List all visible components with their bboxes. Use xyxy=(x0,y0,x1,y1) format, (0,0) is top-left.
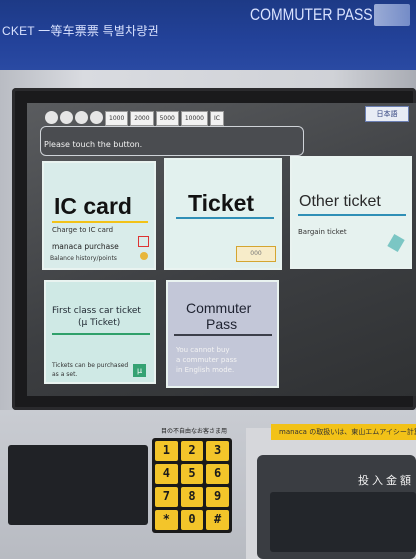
first-class-note2: as a set. xyxy=(52,371,78,378)
bill-indicator: 10000 xyxy=(180,111,208,126)
first-class-title-line1: First class car ticket xyxy=(52,306,141,316)
commuter-note3: in English mode. xyxy=(176,366,235,374)
ic-card-line3: Balance history/points xyxy=(50,255,117,262)
key-2[interactable]: 2 xyxy=(180,441,204,461)
sign-left-text: CKET 一等车票票 특별차량권 xyxy=(2,24,159,38)
accessible-keypad: 1 2 3 4 5 6 7 8 9 * 0 # xyxy=(152,438,232,533)
first-class-note1: Tickets can be purchased xyxy=(52,362,129,369)
key-8[interactable]: 8 xyxy=(180,487,204,507)
bill-indicator: 2000 xyxy=(130,111,154,126)
coin-indicator xyxy=(90,111,103,124)
sign-right-text: COMMUTER PASS xyxy=(250,4,373,24)
commuter-note1: You cannot buy xyxy=(176,346,230,354)
ic-indicator: IC xyxy=(209,111,224,126)
key-6[interactable]: 6 xyxy=(206,464,229,484)
ic-card-underline xyxy=(52,221,148,223)
money-indicator-row: 1000 2000 5000 10000 IC xyxy=(45,111,224,126)
sign-sticker xyxy=(374,4,410,26)
commuter-underline xyxy=(174,334,272,336)
key-9[interactable]: 9 xyxy=(206,487,229,507)
coin-indicator xyxy=(75,111,88,124)
commuter-title-line1: Commuter xyxy=(186,300,252,316)
ic-card-line2: manaca purchase xyxy=(52,242,119,251)
bill-indicator: 5000 xyxy=(155,111,179,126)
key-4[interactable]: 4 xyxy=(155,464,178,484)
ic-card-title: IC card xyxy=(54,193,132,219)
first-class-icon: μ xyxy=(133,364,146,377)
commuter-note2: a commuter pass xyxy=(176,356,237,364)
ticket-icon: 000 xyxy=(236,246,276,262)
ticket-underline xyxy=(176,217,274,219)
ticket-slot xyxy=(8,445,148,525)
key-5[interactable]: 5 xyxy=(180,464,204,484)
ticket-title: Ticket xyxy=(188,190,255,216)
first-class-underline xyxy=(52,333,150,335)
top-sign: CKET 一等车票票 특별차량권 COMMUTER PASS xyxy=(0,0,416,70)
language-button[interactable]: 日本語 xyxy=(365,106,409,122)
ic-card-line1: Charge to IC card xyxy=(52,226,114,234)
deposit-amount-display xyxy=(270,492,416,552)
other-ticket-button[interactable]: Other ticket Bargain ticket xyxy=(290,156,412,269)
points-icon xyxy=(140,252,148,260)
first-class-button[interactable]: First class car ticket (μ Ticket) Ticket… xyxy=(44,280,156,384)
other-ticket-title: Other ticket xyxy=(299,193,381,210)
manaca-strip: manaca の取扱いは、東山エムアイシー計算所まで xyxy=(271,424,416,440)
prompt-text: Please touch the button. xyxy=(44,140,143,149)
commuter-title-line2: Pass xyxy=(206,316,238,332)
other-ticket-underline xyxy=(298,214,406,216)
key-7[interactable]: 7 xyxy=(155,487,178,507)
key-star[interactable]: * xyxy=(155,510,178,530)
keypad-label: 目の不自由なお客さま用 xyxy=(160,428,227,435)
coin-indicator xyxy=(45,111,58,124)
commuter-pass-button[interactable]: Commuter Pass You cannot buy a commuter … xyxy=(166,280,279,388)
first-class-title-line2: (μ Ticket) xyxy=(78,318,121,328)
tickets-icon xyxy=(387,233,405,253)
key-3[interactable]: 3 xyxy=(206,441,229,461)
ic-card-button[interactable]: IC card Charge to IC card manaca purchas… xyxy=(42,161,156,270)
other-ticket-line1: Bargain ticket xyxy=(298,228,347,236)
key-0[interactable]: 0 xyxy=(180,510,204,530)
key-1[interactable]: 1 xyxy=(155,441,178,461)
ic-logo-icon xyxy=(138,236,149,247)
key-hash[interactable]: # xyxy=(206,510,229,530)
bill-indicator: 1000 xyxy=(105,111,129,126)
deposit-label: 投入金額 xyxy=(358,474,414,487)
coin-indicator xyxy=(60,111,73,124)
ticket-button[interactable]: Ticket 000 xyxy=(164,158,282,270)
